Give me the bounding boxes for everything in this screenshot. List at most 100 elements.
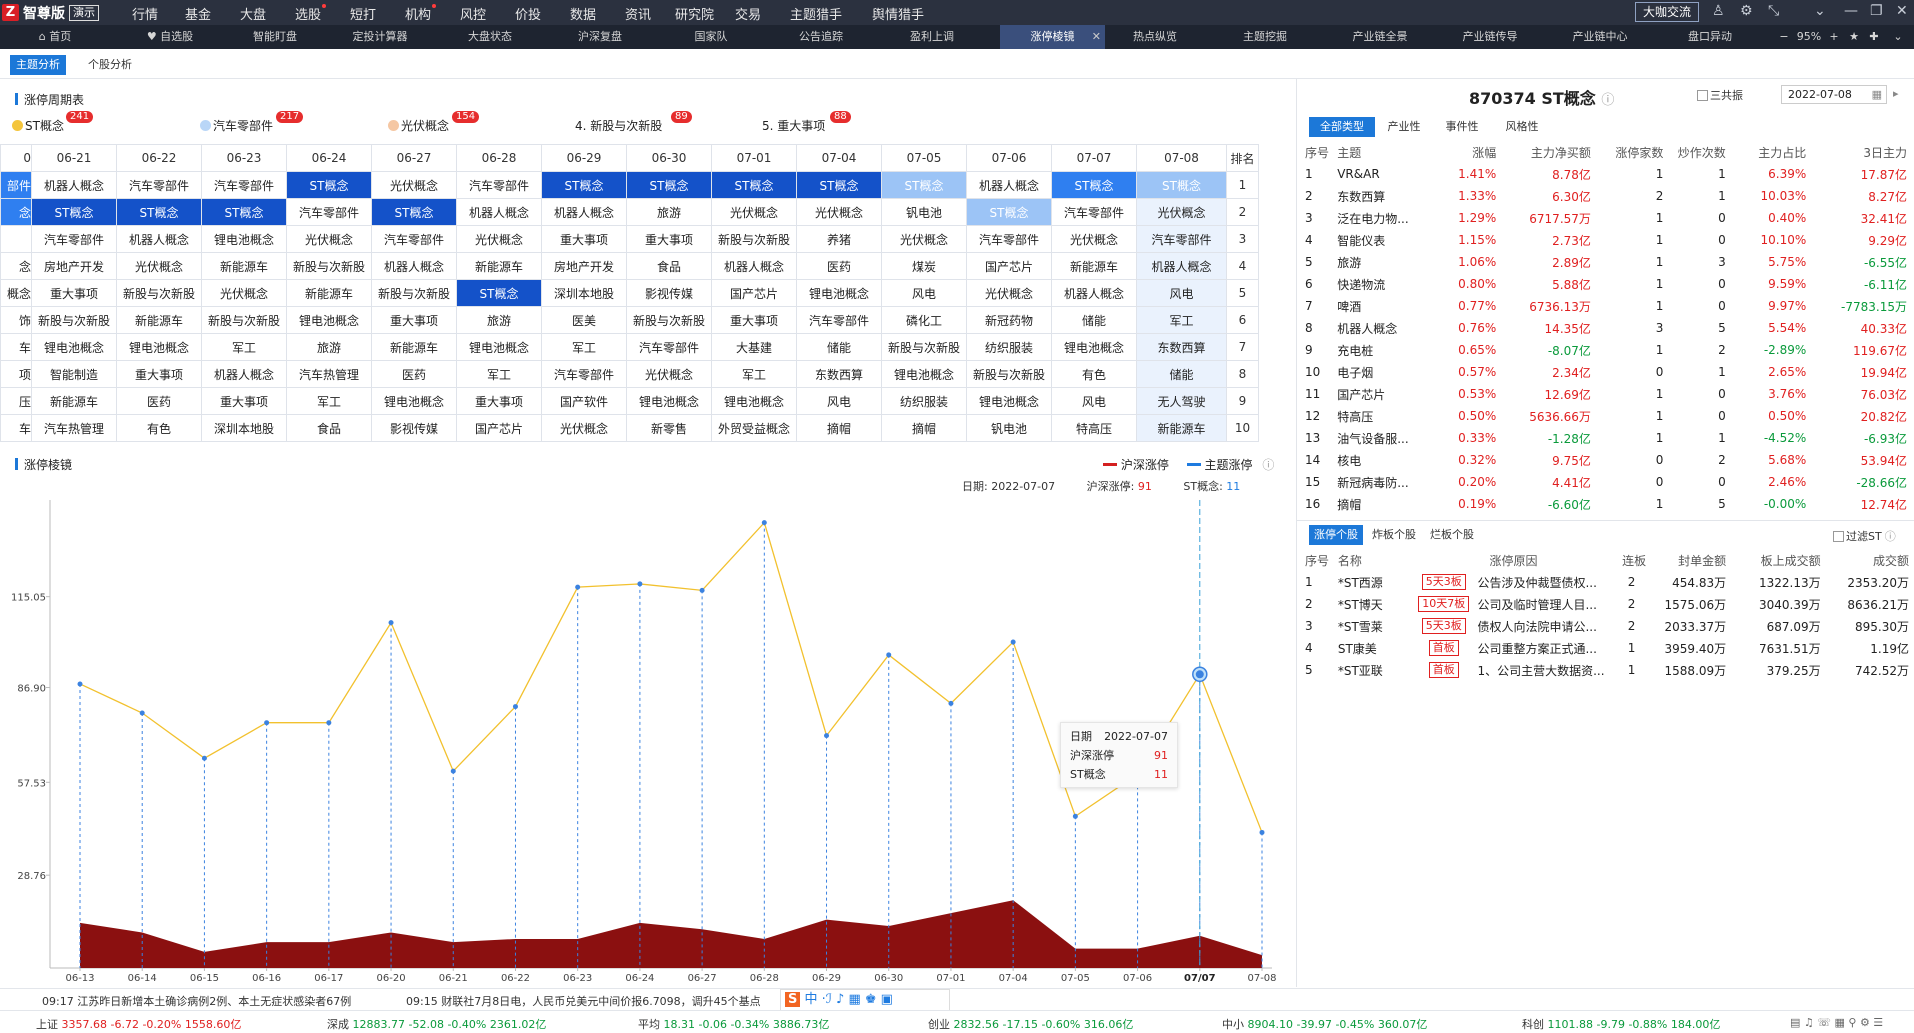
- theme-cell[interactable]: 医药: [371, 360, 457, 388]
- theme-cell[interactable]: 光伏概念: [286, 225, 372, 253]
- theme-cell[interactable]: 医美: [541, 306, 627, 334]
- tab-smart-watch[interactable]: 智能盯盘: [240, 25, 310, 49]
- tab-chain-overview[interactable]: 产业链全景: [1340, 25, 1420, 49]
- theme-row[interactable]: 10 电子烟 0.57% 2.34亿 0 1 2.65% 19.94亿: [1301, 361, 1911, 383]
- theme-cell[interactable]: 车: [0, 333, 32, 361]
- theme-cell[interactable]: 重大事项: [541, 225, 627, 253]
- close-icon[interactable]: ✕: [1896, 3, 1908, 19]
- theme-cell[interactable]: 念: [0, 198, 32, 226]
- theme-cell[interactable]: 光伏概念: [456, 225, 542, 253]
- stock-col-header[interactable]: 连板: [1613, 549, 1650, 571]
- theme-cell[interactable]: 新股与次新股: [201, 306, 287, 334]
- theme-cell[interactable]: 光伏概念: [881, 225, 967, 253]
- tab-review[interactable]: 沪深复盘: [565, 25, 635, 49]
- resonance-checkbox[interactable]: 三共振: [1697, 87, 1743, 103]
- theme-cell[interactable]: 汽车零部件: [541, 360, 627, 388]
- theme-cell[interactable]: 医药: [796, 252, 882, 280]
- settings-icon[interactable]: ⚙: [1740, 3, 1753, 19]
- theme-row[interactable]: 11 国产芯片 0.53% 12.69亿 1 0 3.76% 76.03亿: [1301, 383, 1911, 405]
- tab-national-team[interactable]: 国家队: [676, 25, 746, 49]
- theme-cell[interactable]: 新冠药物: [966, 306, 1052, 334]
- star-icon[interactable]: ★: [1846, 25, 1862, 49]
- theme-cell[interactable]: 风电: [1051, 387, 1137, 415]
- theme-cell[interactable]: 深圳本地股: [541, 279, 627, 307]
- news-item[interactable]: 09:17 江苏昨日新增本土确诊病例2例、本土无症状感染者67例: [42, 993, 351, 1009]
- theme-cell[interactable]: 光伏概念: [541, 414, 627, 442]
- theme-cell[interactable]: 新股与次新股: [711, 225, 797, 253]
- theme-row[interactable]: 9 充电桩 0.65% -8.07亿 1 2 -2.89% 119.67亿: [1301, 339, 1911, 361]
- index-kc[interactable]: 科创 1101.88 -9.79 -0.88% 184.00亿: [1522, 1016, 1720, 1032]
- pin-icon[interactable]: ✚: [1866, 25, 1882, 49]
- theme-cell[interactable]: 食品: [286, 414, 372, 442]
- theme-cell[interactable]: 光伏概念: [116, 252, 202, 280]
- date-header[interactable]: 06-28: [456, 144, 542, 172]
- theme-cell[interactable]: 锂电池概念: [116, 333, 202, 361]
- theme-col-header[interactable]: 炒作次数: [1667, 141, 1729, 163]
- theme-cell[interactable]: 新股与次新股: [31, 306, 117, 334]
- theme-cell[interactable]: 新股与次新股: [966, 360, 1052, 388]
- legend-auto-parts[interactable]: 汽车零部件 217: [200, 111, 304, 134]
- theme-cell[interactable]: 汽车零部件: [116, 171, 202, 199]
- theme-cell[interactable]: 特高压: [1051, 414, 1137, 442]
- theme-cell[interactable]: 光伏概念: [711, 198, 797, 226]
- theme-cell[interactable]: 国产芯片: [456, 414, 542, 442]
- theme-cell[interactable]: 光伏概念: [1136, 198, 1227, 226]
- theme-cell[interactable]: 旅游: [286, 333, 372, 361]
- theme-row[interactable]: 4 智能仪表 1.15% 2.73亿 1 0 10.10% 9.29亿: [1301, 229, 1911, 251]
- theme-cell[interactable]: 光伏概念: [201, 279, 287, 307]
- theme-cell[interactable]: 机器人概念: [541, 198, 627, 226]
- subtab-stock-analysis[interactable]: 个股分析: [82, 55, 138, 75]
- date-header[interactable]: 06-21: [31, 144, 117, 172]
- theme-cell[interactable]: 储能: [796, 333, 882, 361]
- menu-jijin[interactable]: 基金: [185, 4, 211, 23]
- theme-cell[interactable]: 重大事项: [201, 387, 287, 415]
- theme-row[interactable]: 16 摘帽 0.19% -6.60亿 1 5 -0.00% 12.74亿: [1301, 493, 1911, 515]
- theme-cell[interactable]: 锂电池概念: [626, 387, 712, 415]
- theme-cell[interactable]: 影视传媒: [371, 414, 457, 442]
- theme-cell[interactable]: 国产芯片: [966, 252, 1052, 280]
- theme-cell[interactable]: ST概念: [881, 171, 967, 199]
- theme-row[interactable]: 14 核电 0.32% 9.75亿 0 2 5.68% 53.94亿: [1301, 449, 1911, 471]
- theme-cell[interactable]: 有色: [1051, 360, 1137, 388]
- theme-cell[interactable]: 纺织服装: [881, 387, 967, 415]
- legend-pv[interactable]: 光伏概念 154: [388, 111, 480, 134]
- theme-cell[interactable]: 饰: [0, 306, 32, 334]
- menu-xuangu[interactable]: 选股: [295, 4, 327, 23]
- index-sz[interactable]: 深成 12883.77 -52.08 -0.40% 2361.02亿: [327, 1016, 546, 1032]
- theme-cell[interactable]: 新股与次新股: [626, 306, 712, 334]
- theme-cell[interactable]: 汽车零部件: [286, 198, 372, 226]
- date-header[interactable]: 06-29: [541, 144, 627, 172]
- date-header[interactable]: 06-23: [201, 144, 287, 172]
- theme-cell[interactable]: 智能制造: [31, 360, 117, 388]
- restore-icon[interactable]: ❐: [1870, 3, 1883, 19]
- tab-theme-mining[interactable]: 主题挖掘: [1230, 25, 1300, 49]
- date-header[interactable]: 0: [0, 144, 32, 172]
- theme-cell[interactable]: 锂电池概念: [371, 387, 457, 415]
- theme-cell[interactable]: 新能源车: [31, 387, 117, 415]
- theme-cell[interactable]: 汽车热管理: [31, 414, 117, 442]
- stock-col-header[interactable]: 封单金额: [1650, 549, 1730, 571]
- theme-cell[interactable]: 概念: [0, 279, 32, 307]
- theme-row[interactable]: 1 VR&AR 1.41% 8.78亿 1 1 6.39% 17.87亿: [1301, 163, 1911, 185]
- ime-toolbar[interactable]: S 中 ·ℐ ♪ ▦ ♚ ▣: [780, 989, 950, 1011]
- menu-shuju[interactable]: 数据: [570, 4, 596, 23]
- stock-col-header[interactable]: 名称: [1334, 549, 1414, 571]
- theme-cell[interactable]: 锂电池概念: [201, 225, 287, 253]
- collapse-icon[interactable]: ▸: [1893, 87, 1899, 100]
- date-header[interactable]: 07-08: [1136, 144, 1227, 172]
- theme-cell[interactable]: 部件: [0, 171, 32, 199]
- theme-cell[interactable]: 军工: [541, 333, 627, 361]
- theme-cell[interactable]: 钒电池: [966, 414, 1052, 442]
- theme-cell[interactable]: 锂电池概念: [286, 306, 372, 334]
- theme-cell[interactable]: 新股与次新股: [371, 279, 457, 307]
- theme-cell[interactable]: 汽车零部件: [456, 171, 542, 199]
- theme-cell[interactable]: ST概念: [541, 171, 627, 199]
- theme-cell[interactable]: 压: [0, 387, 32, 415]
- theme-cell[interactable]: 重大事项: [116, 360, 202, 388]
- theme-cell[interactable]: 汽车零部件: [31, 225, 117, 253]
- subtab-theme-analysis[interactable]: 主题分析: [10, 55, 66, 75]
- theme-col-header[interactable]: 序号: [1301, 141, 1333, 163]
- theme-cell[interactable]: 钒电池: [881, 198, 967, 226]
- theme-cell[interactable]: 养猪: [796, 225, 882, 253]
- menu-jigou[interactable]: 机构: [405, 4, 437, 23]
